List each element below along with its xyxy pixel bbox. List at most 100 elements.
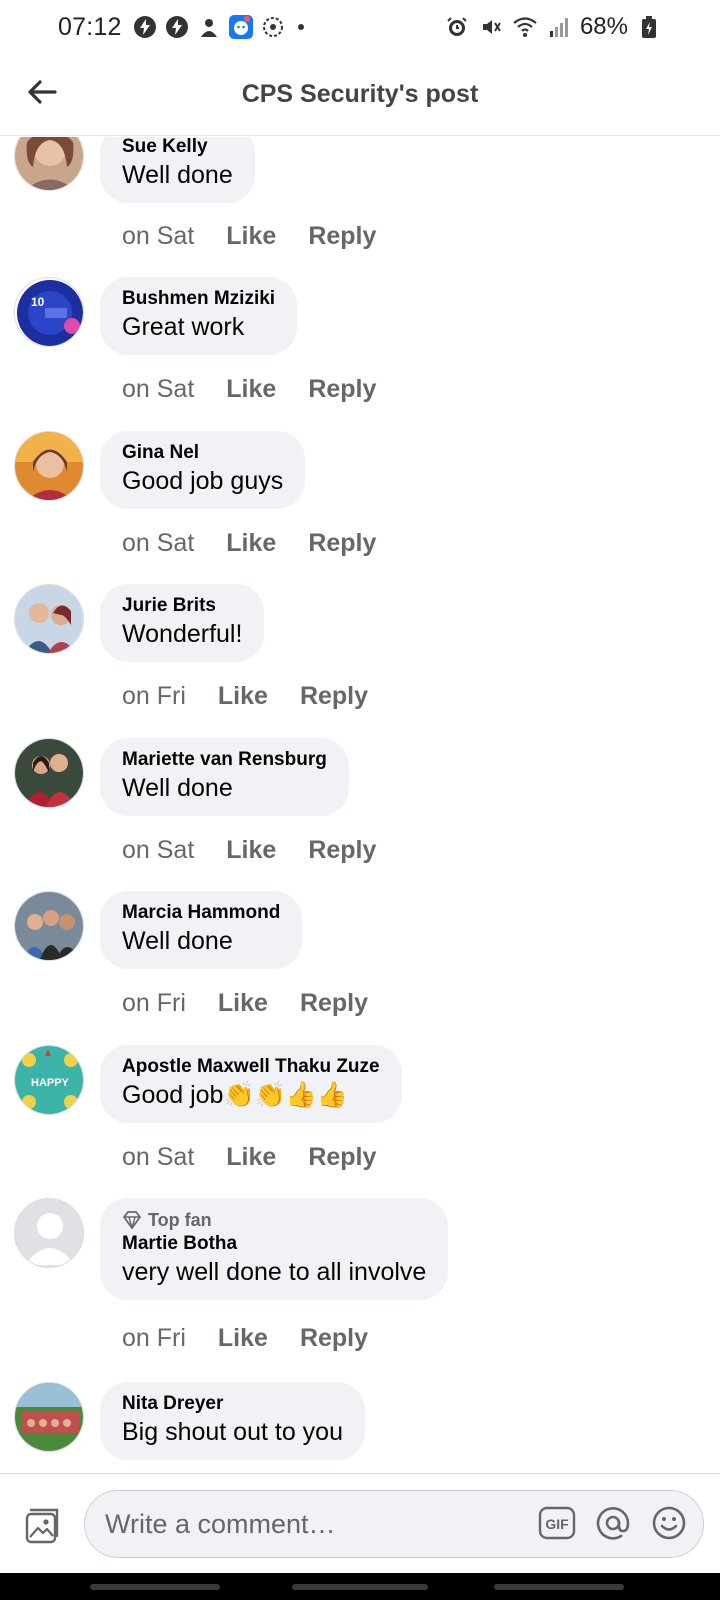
comment-author[interactable]: Marcia Hammond — [122, 901, 280, 925]
comment-author[interactable]: Nita Dreyer — [122, 1392, 343, 1416]
avatar[interactable]: 10 — [14, 277, 84, 347]
signal-icon — [546, 14, 572, 40]
nav-back-button[interactable] — [494, 1584, 624, 1590]
photo-icon — [25, 1508, 59, 1544]
comment-bubble[interactable]: Mariette van Rensburg Well done — [100, 738, 349, 816]
reply-button[interactable]: Reply — [300, 682, 368, 711]
diamond-icon — [123, 1211, 141, 1229]
comment-actions: on Sat Like Reply — [122, 375, 376, 404]
avatar[interactable] — [14, 137, 84, 191]
system-nav-bar — [0, 1573, 720, 1600]
comment-text: Well done — [122, 161, 233, 189]
notification-dot-icon — [297, 24, 304, 30]
comment-actions: on Sat Like Reply — [122, 222, 376, 251]
emoji-button[interactable] — [650, 1504, 688, 1542]
comment-actions: on Fri Like Reply — [122, 989, 368, 1018]
comment-text: Good job👏👏👍👍 — [122, 1081, 348, 1109]
comment-composer: Write a comment… GIF — [0, 1473, 720, 1573]
battery-percent: 68% — [579, 13, 628, 40]
avatar[interactable]: HAPPY — [14, 1045, 84, 1115]
comment-bubble[interactable]: Nita Dreyer Big shout out to you — [100, 1382, 365, 1460]
comment-text: Well done — [122, 774, 233, 802]
avatar[interactable] — [14, 1382, 84, 1452]
like-button[interactable]: Like — [226, 1143, 276, 1172]
mention-button[interactable] — [594, 1504, 632, 1542]
screen: 07:12 68% CPS Security's post Sue Kelly … — [0, 0, 720, 1600]
like-button[interactable]: Like — [226, 375, 276, 404]
comment-time: on Sat — [122, 1143, 195, 1171]
comment-actions: on Sat Like Reply — [122, 529, 376, 558]
nav-recents-button[interactable] — [90, 1584, 220, 1590]
comment-author[interactable]: Sue Kelly — [122, 137, 233, 159]
alarm-icon — [444, 14, 470, 40]
default-avatar-icon — [15, 1199, 83, 1267]
avatar[interactable] — [14, 584, 84, 654]
comment-text: Good job guys — [122, 467, 284, 495]
comment-time: on Sat — [122, 375, 195, 403]
reply-button[interactable]: Reply — [300, 989, 368, 1018]
comment-bubble[interactable]: Apostle Maxwell Thaku Zuze Good job👏👏👍👍 — [100, 1045, 402, 1123]
like-button[interactable]: Like — [218, 989, 268, 1018]
comment-bubble[interactable]: Sue Kelly Well done — [100, 137, 255, 203]
post-header: CPS Security's post — [0, 54, 720, 136]
like-button[interactable]: Like — [226, 222, 276, 251]
like-button[interactable]: Like — [226, 836, 276, 865]
comment-bubble[interactable]: Gina Nel Good job guys — [100, 431, 306, 509]
comment-bubble[interactable]: Bushmen Mziziki Great work — [100, 277, 298, 355]
reply-button[interactable]: Reply — [308, 836, 376, 865]
reply-button[interactable]: Reply — [308, 1143, 376, 1172]
comment-author[interactable]: Gina Nel — [122, 441, 283, 465]
comment-input-placeholder: Write a comment… — [105, 1508, 336, 1539]
comment-time: on Fri — [122, 682, 186, 710]
comment-text: Big shout out to you — [122, 1418, 343, 1446]
comment-text: Well done — [122, 927, 233, 955]
gif-icon: GIF — [538, 1506, 576, 1540]
avatar[interactable] — [14, 738, 84, 808]
gif-button[interactable]: GIF — [538, 1504, 576, 1542]
composer-icons: GIF — [538, 1504, 688, 1542]
comment-author[interactable]: Bushmen Mziziki — [122, 287, 275, 311]
comment-author[interactable]: Martie Botha — [122, 1232, 426, 1256]
status-icons-left — [132, 14, 304, 40]
comment-time: on Fri — [122, 989, 186, 1017]
comment-text: Great work — [122, 313, 245, 341]
comment-author[interactable]: Mariette van Rensburg — [122, 748, 327, 772]
status-time: 07:12 — [58, 12, 122, 41]
mute-icon — [478, 14, 504, 40]
svg-text:HAPPY: HAPPY — [31, 1077, 70, 1089]
top-fan-label: Top fan — [148, 1210, 212, 1230]
like-button[interactable]: Like — [226, 529, 276, 558]
battery-icon — [636, 14, 662, 40]
like-button[interactable]: Like — [218, 682, 268, 711]
reply-button[interactable]: Reply — [300, 1324, 368, 1353]
like-button[interactable]: Like — [218, 1324, 268, 1353]
svg-text:10: 10 — [31, 295, 45, 309]
add-photo-button[interactable] — [20, 1504, 64, 1548]
comment-actions: on Fri Like Reply — [122, 1324, 368, 1353]
comment-bubble[interactable]: Marcia Hammond Well done — [100, 891, 303, 969]
comment-text: very well done to all involve — [122, 1258, 427, 1286]
comment-author[interactable]: Jurie Brits — [122, 594, 242, 618]
at-icon — [596, 1507, 630, 1540]
comment-actions: on Sat Like Reply — [122, 836, 376, 865]
comment-time: on Sat — [122, 529, 195, 557]
bolt-circle-icon — [132, 14, 158, 40]
comment-bubble[interactable]: Top fan Martie Botha very well done to a… — [100, 1198, 449, 1300]
avatar[interactable] — [14, 1198, 84, 1268]
comment-bubble[interactable]: Jurie Brits Wonderful! — [100, 584, 265, 662]
reply-button[interactable]: Reply — [308, 375, 376, 404]
comment-author[interactable]: Apostle Maxwell Thaku Zuze — [122, 1055, 380, 1079]
avatar[interactable] — [14, 891, 84, 961]
comment-text: Wonderful! — [122, 620, 243, 648]
comments-list[interactable]: Sue Kelly Well done on Sat Like Reply 10… — [0, 137, 720, 1473]
comment-actions: on Sat Like Reply — [122, 1143, 376, 1172]
bolt-circle-icon — [164, 14, 190, 40]
avatar[interactable] — [14, 431, 84, 501]
reply-button[interactable]: Reply — [308, 529, 376, 558]
app-icon — [196, 14, 222, 40]
reply-button[interactable]: Reply — [308, 222, 376, 251]
nav-home-button[interactable] — [292, 1584, 428, 1590]
comment-time: on Sat — [122, 836, 195, 864]
comment-time: on Sat — [122, 222, 195, 250]
page-title: CPS Security's post — [241, 80, 479, 108]
